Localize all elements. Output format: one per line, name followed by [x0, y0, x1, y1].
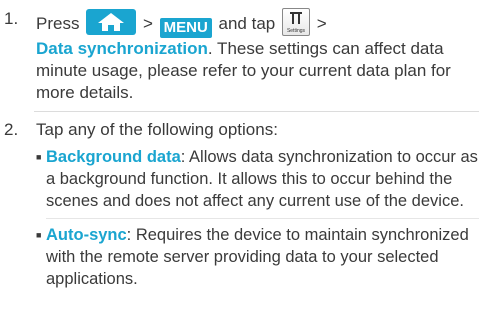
option-auto-sync: ■ Auto-sync: Requires the device to main… — [36, 224, 479, 290]
separator: > — [142, 14, 153, 33]
and-tap-label: and tap — [218, 14, 276, 33]
divider — [34, 111, 479, 112]
option-background-data: ■ Background data: Allows data synchroni… — [36, 146, 479, 212]
step-number: 2. — [4, 120, 19, 139]
step-1-text: Press > MENU and tap Settings > Data syn… — [36, 8, 479, 104]
instructions: 1. Press > MENU and tap Settings > Data … — [0, 0, 485, 323]
data-sync-link: Data synchronization — [36, 39, 208, 58]
step-number: 1. — [4, 9, 19, 28]
square-bullet-icon: ■ — [36, 230, 42, 240]
square-bullet-icon: ■ — [36, 152, 42, 162]
divider — [46, 218, 479, 219]
separator: > — [316, 14, 327, 33]
step-1: 1. Press > MENU and tap Settings > Data … — [4, 8, 479, 104]
menu-key: MENU — [159, 18, 212, 38]
option-term: Background data — [46, 148, 181, 166]
settings-icon: Settings — [281, 8, 310, 36]
home-key-icon — [86, 9, 137, 35]
step-2: 2. Tap any of the following options: — [4, 119, 479, 141]
press-label: Press — [36, 14, 80, 33]
option-term: Auto-sync — [46, 226, 127, 244]
step-2-text: Tap any of the following options: — [36, 120, 278, 139]
settings-caption: Settings — [286, 28, 306, 34]
